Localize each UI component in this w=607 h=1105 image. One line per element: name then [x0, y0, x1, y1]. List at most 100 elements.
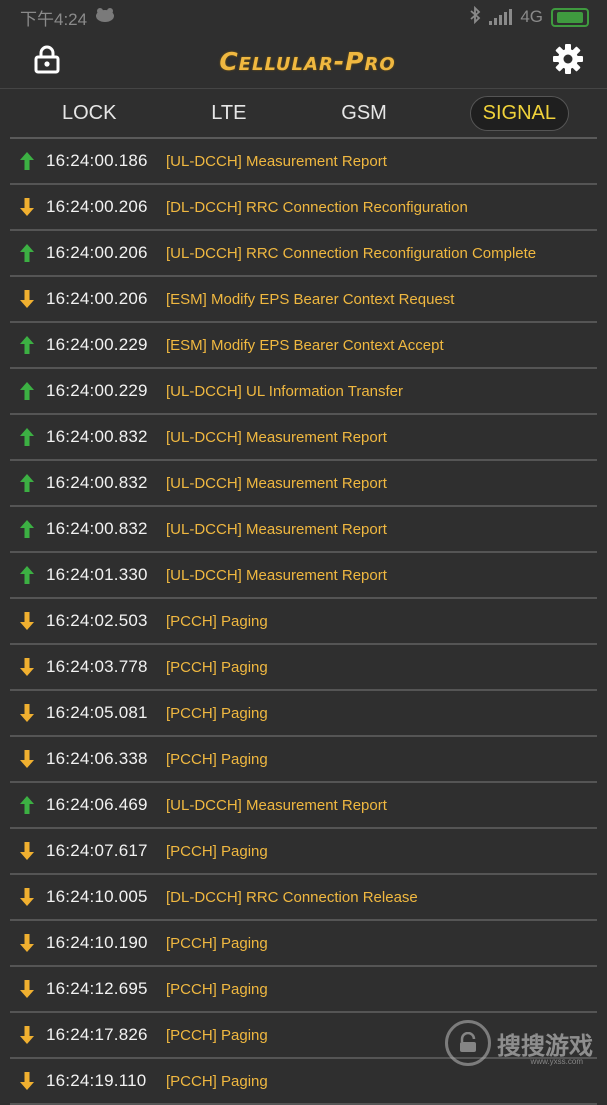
arrow-up-icon	[10, 473, 44, 493]
log-message: [ESM] Modify EPS Bearer Context Accept	[166, 336, 444, 354]
signal-log-list[interactable]: 16:24:00.186 [UL-DCCH] Measurement Report…	[10, 137, 597, 1105]
log-message: [PCCH] Paging	[166, 750, 268, 768]
arrow-down-icon	[10, 197, 44, 217]
log-timestamp: 16:24:00.229	[46, 335, 148, 354]
log-timestamp: 16:24:00.186	[46, 151, 148, 170]
watermark-url: www.yxss.com	[530, 1057, 583, 1066]
log-message: [UL-DCCH] Measurement Report	[166, 428, 387, 446]
log-timestamp: 16:24:00.206	[46, 197, 148, 216]
log-message: [PCCH] Paging	[166, 658, 268, 676]
log-timestamp: 16:24:00.229	[46, 381, 148, 400]
log-message: [UL-DCCH] Measurement Report	[166, 152, 387, 170]
log-row[interactable]: 16:24:00.229 [ESM] Modify EPS Bearer Cont…	[10, 323, 597, 369]
lock-button[interactable]	[30, 44, 64, 78]
log-row[interactable]: 16:24:10.190 [PCCH] Paging	[10, 921, 597, 967]
battery-icon	[551, 7, 589, 27]
log-row[interactable]: 16:24:05.081 [PCCH] Paging	[10, 691, 597, 737]
log-row[interactable]: 16:24:00.832 [UL-DCCH] Measurement Report	[10, 415, 597, 461]
log-row[interactable]: 16:24:00.832 [UL-DCCH] Measurement Report	[10, 461, 597, 507]
bluetooth-icon	[469, 5, 481, 29]
status-time: 下午4:24	[20, 9, 88, 29]
log-row[interactable]: 16:24:00.206 [DL-DCCH] RRC Connection Rec…	[10, 185, 597, 231]
tab-gsm[interactable]: GSM	[329, 96, 399, 131]
log-timestamp: 16:24:19.110	[46, 1071, 147, 1090]
arrow-down-icon	[10, 979, 44, 999]
arrow-up-icon	[10, 243, 44, 263]
log-timestamp: 16:24:03.778	[46, 657, 148, 676]
arrow-down-icon	[10, 611, 44, 631]
watermark: 搜搜游戏 www.yxss.com	[445, 1020, 593, 1066]
log-message: [PCCH] Paging	[166, 1026, 268, 1044]
log-row[interactable]: 16:24:06.469 [UL-DCCH] Measurement Report	[10, 783, 597, 829]
log-row[interactable]: 16:24:07.617 [PCCH] Paging	[10, 829, 597, 875]
app-header: Cellular-Pro	[0, 34, 607, 89]
arrow-down-icon	[10, 657, 44, 677]
tab-lock[interactable]: LOCK	[50, 96, 128, 131]
log-message: [UL-DCCH] RRC Connection Reconfiguration…	[166, 244, 537, 262]
log-timestamp: 16:24:06.469	[46, 795, 148, 814]
arrow-down-icon	[10, 841, 44, 861]
log-timestamp: 16:24:01.330	[46, 565, 148, 584]
signal-strength-icon	[489, 9, 513, 25]
log-timestamp: 16:24:05.081	[46, 703, 148, 722]
log-timestamp: 16:24:02.503	[46, 611, 148, 630]
log-row[interactable]: 16:24:00.186 [UL-DCCH] Measurement Report	[10, 139, 597, 185]
log-message: [PCCH] Paging	[166, 704, 268, 722]
log-message: [UL-DCCH] Measurement Report	[166, 520, 387, 538]
log-row[interactable]: 16:24:01.330 [UL-DCCH] Measurement Report	[10, 553, 597, 599]
log-row[interactable]: 16:24:00.229 [UL-DCCH] UL Information Tra…	[10, 369, 597, 415]
log-timestamp: 16:24:00.832	[46, 473, 148, 492]
arrow-down-icon	[10, 749, 44, 769]
log-message: [UL-DCCH] Measurement Report	[166, 796, 387, 814]
log-timestamp: 16:24:00.832	[46, 427, 148, 446]
arrow-down-icon	[10, 887, 44, 907]
arrow-up-icon	[10, 795, 44, 815]
log-row[interactable]: 16:24:03.778 [PCCH] Paging	[10, 645, 597, 691]
log-message: [UL-DCCH] UL Information Transfer	[166, 382, 404, 400]
log-message: [DL-DCCH] RRC Connection Release	[166, 888, 418, 906]
log-message: [PCCH] Paging	[166, 842, 268, 860]
arrow-down-icon	[10, 1025, 44, 1045]
arrow-up-icon	[10, 519, 44, 539]
settings-button[interactable]	[551, 43, 585, 80]
arrow-down-icon	[10, 703, 44, 723]
log-timestamp: 16:24:17.826	[46, 1025, 148, 1044]
tab-bar: LOCK LTE GSM SIGNAL	[0, 89, 607, 137]
tab-signal[interactable]: SIGNAL	[469, 95, 569, 131]
arrow-down-icon	[10, 933, 44, 953]
arrow-up-icon	[10, 151, 44, 171]
arrow-up-icon	[10, 565, 44, 585]
log-message: [PCCH] Paging	[166, 980, 268, 998]
log-message: [PCCH] Paging	[166, 934, 268, 952]
log-row[interactable]: 16:24:12.695 [PCCH] Paging	[10, 967, 597, 1013]
log-timestamp: 16:24:06.338	[46, 749, 148, 768]
gear-icon	[552, 43, 584, 80]
status-left: 下午4:24	[20, 5, 115, 30]
watermark-text: 搜搜游戏	[497, 1032, 593, 1060]
arrow-up-icon	[10, 381, 44, 401]
log-message: [PCCH] Paging	[166, 1072, 268, 1090]
log-timestamp: 16:24:07.617	[46, 841, 148, 860]
log-message: [UL-DCCH] Measurement Report	[166, 474, 387, 492]
log-row[interactable]: 16:24:10.005 [DL-DCCH] RRC Connection Rel…	[10, 875, 597, 921]
log-timestamp: 16:24:00.206	[46, 243, 148, 262]
app-title: Cellular-Pro	[219, 46, 396, 76]
notification-icon	[95, 7, 115, 27]
status-right: 4G	[469, 5, 589, 29]
log-row[interactable]: 16:24:02.503 [PCCH] Paging	[10, 599, 597, 645]
log-row[interactable]: 16:24:00.206 [UL-DCCH] RRC Connection Rec…	[10, 231, 597, 277]
log-timestamp: 16:24:00.832	[46, 519, 148, 538]
log-message: [ESM] Modify EPS Bearer Context Request	[166, 290, 455, 308]
log-row[interactable]: 16:24:06.338 [PCCH] Paging	[10, 737, 597, 783]
status-bar: 下午4:24 4G	[0, 0, 607, 34]
log-timestamp: 16:24:12.695	[46, 979, 148, 998]
tab-lte[interactable]: LTE	[199, 96, 258, 131]
log-row[interactable]: 16:24:00.206 [ESM] Modify EPS Bearer Cont…	[10, 277, 597, 323]
log-timestamp: 16:24:00.206	[46, 289, 148, 308]
log-timestamp: 16:24:10.190	[46, 933, 148, 952]
watermark-logo-icon	[445, 1020, 491, 1066]
log-row[interactable]: 16:24:00.832 [UL-DCCH] Measurement Report	[10, 507, 597, 553]
lock-icon	[33, 44, 61, 79]
arrow-down-icon	[10, 1071, 44, 1091]
log-message: [UL-DCCH] Measurement Report	[166, 566, 387, 584]
